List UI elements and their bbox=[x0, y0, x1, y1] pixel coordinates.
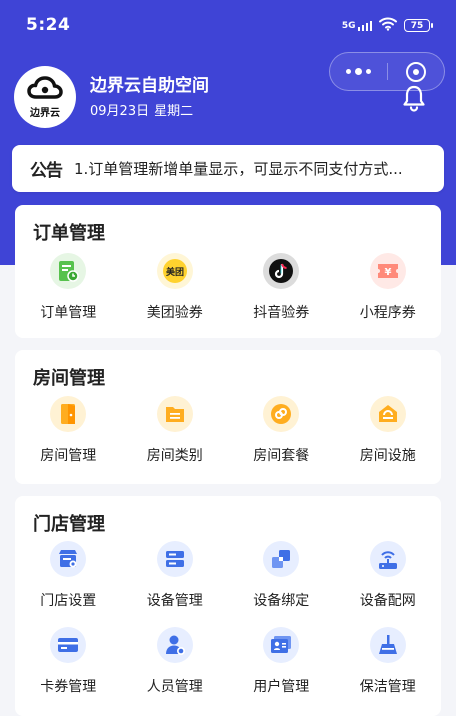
device-management-icon bbox=[156, 541, 193, 577]
grid-item-miniprogram-coupon[interactable]: ¥ 小程序券 bbox=[335, 253, 442, 322]
grid-item-device-binding[interactable]: 设备绑定 bbox=[228, 541, 335, 610]
order-icon bbox=[50, 253, 87, 289]
notice-tag: 公告 bbox=[30, 161, 63, 181]
item-label: 订单管理 bbox=[40, 305, 97, 321]
date-text: 09月23日 bbox=[90, 104, 150, 119]
device-binding-icon bbox=[263, 541, 300, 577]
status-bar: 5:24 5G 75 bbox=[0, 0, 456, 52]
room-management-card: 房间管理 房间管理 房间类别 房间套餐 房间设施 bbox=[15, 350, 441, 484]
item-label: 抖音验券 bbox=[253, 305, 310, 321]
svg-text:美团: 美团 bbox=[166, 266, 184, 278]
grid-item-store-settings[interactable]: 门店设置 bbox=[15, 541, 122, 610]
notice-bar[interactable]: 公告 1.订单管理新增单量显示，可显示不同支付方式... bbox=[12, 145, 444, 192]
item-label: 人员管理 bbox=[146, 679, 203, 695]
more-menu-button[interactable] bbox=[330, 53, 387, 90]
item-label: 设备管理 bbox=[146, 593, 203, 609]
item-label: 保洁管理 bbox=[359, 679, 416, 695]
battery-level: 75 bbox=[410, 20, 424, 31]
wifi-icon bbox=[378, 16, 398, 35]
status-indicators: 5G 75 bbox=[341, 16, 433, 35]
staff-icon bbox=[156, 627, 193, 663]
section-title: 房间管理 bbox=[33, 368, 105, 389]
section-title: 订单管理 bbox=[33, 223, 105, 244]
device-network-icon bbox=[369, 541, 406, 577]
room-door-icon bbox=[50, 396, 87, 432]
room-facility-icon bbox=[369, 396, 406, 432]
item-label: 小程序券 bbox=[359, 305, 416, 321]
notice-text: 1.订单管理新增单量显示，可显示不同支付方式... bbox=[74, 160, 403, 178]
grid-item-meituan-voucher[interactable]: 美团 美团验券 bbox=[122, 253, 229, 322]
weekday-text: 星期二 bbox=[154, 104, 194, 119]
grid-item-device-management[interactable]: 设备管理 bbox=[122, 541, 229, 610]
cloud-logo-icon bbox=[27, 75, 63, 105]
store-logo: 边界云 bbox=[14, 66, 76, 128]
order-management-card: 订单管理 订单管理 美团 美团验券 抖音验券 ¥ 小程序券 bbox=[15, 205, 441, 338]
bell-icon[interactable] bbox=[402, 84, 426, 116]
svg-text:¥: ¥ bbox=[384, 267, 391, 278]
grid-item-coupon-management[interactable]: 卡券管理 bbox=[15, 627, 122, 696]
douyin-icon bbox=[263, 253, 300, 289]
item-label: 房间套餐 bbox=[253, 448, 310, 464]
cleaning-icon bbox=[369, 627, 406, 663]
logo-text: 边界云 bbox=[30, 108, 60, 119]
grid-item-douyin-voucher[interactable]: 抖音验券 bbox=[228, 253, 335, 322]
grid-item-room-package[interactable]: 房间套餐 bbox=[228, 396, 335, 465]
grid-item-room-management[interactable]: 房间管理 bbox=[15, 396, 122, 465]
room-category-icon bbox=[156, 396, 193, 432]
status-time: 5:24 bbox=[26, 15, 71, 35]
grid-item-order-management[interactable]: 订单管理 bbox=[15, 253, 122, 322]
item-label: 房间类别 bbox=[146, 448, 203, 464]
room-package-icon bbox=[263, 396, 300, 432]
user-management-icon bbox=[263, 627, 300, 663]
item-label: 房间设施 bbox=[359, 448, 416, 464]
store-name: 边界云自助空间 bbox=[90, 76, 209, 96]
grid-item-room-facility[interactable]: 房间设施 bbox=[335, 396, 442, 465]
coupon-card-icon bbox=[50, 627, 87, 663]
grid-item-cleaning-management[interactable]: 保洁管理 bbox=[335, 627, 442, 696]
item-label: 用户管理 bbox=[253, 679, 310, 695]
network-type: 5G bbox=[341, 20, 356, 31]
item-label: 房间管理 bbox=[40, 448, 97, 464]
more-dots-icon bbox=[345, 68, 371, 75]
store-settings-icon bbox=[50, 541, 87, 577]
section-title: 门店管理 bbox=[33, 514, 105, 535]
miniprogram-capsule bbox=[329, 52, 445, 91]
grid-item-user-management[interactable]: 用户管理 bbox=[228, 627, 335, 696]
item-label: 美团验券 bbox=[146, 305, 203, 321]
item-label: 设备绑定 bbox=[253, 593, 310, 609]
store-date: 09月23日 星期二 bbox=[90, 100, 193, 119]
target-close-icon bbox=[405, 61, 426, 82]
store-management-card: 门店管理 门店设置 设备管理 设备绑定 设备配网 卡券管理 人员管理 用户管理 … bbox=[15, 496, 441, 716]
grid-item-room-category[interactable]: 房间类别 bbox=[122, 396, 229, 465]
grid-item-device-network[interactable]: 设备配网 bbox=[335, 541, 442, 610]
grid-item-staff-management[interactable]: 人员管理 bbox=[122, 627, 229, 696]
item-label: 设备配网 bbox=[359, 593, 416, 609]
item-label: 卡券管理 bbox=[40, 679, 97, 695]
item-label: 门店设置 bbox=[40, 593, 97, 609]
cellular-signal-icon: 5G bbox=[341, 20, 372, 31]
miniprogram-coupon-icon: ¥ bbox=[369, 253, 406, 289]
meituan-icon: 美团 bbox=[156, 253, 193, 289]
battery-icon: 75 bbox=[404, 19, 433, 32]
